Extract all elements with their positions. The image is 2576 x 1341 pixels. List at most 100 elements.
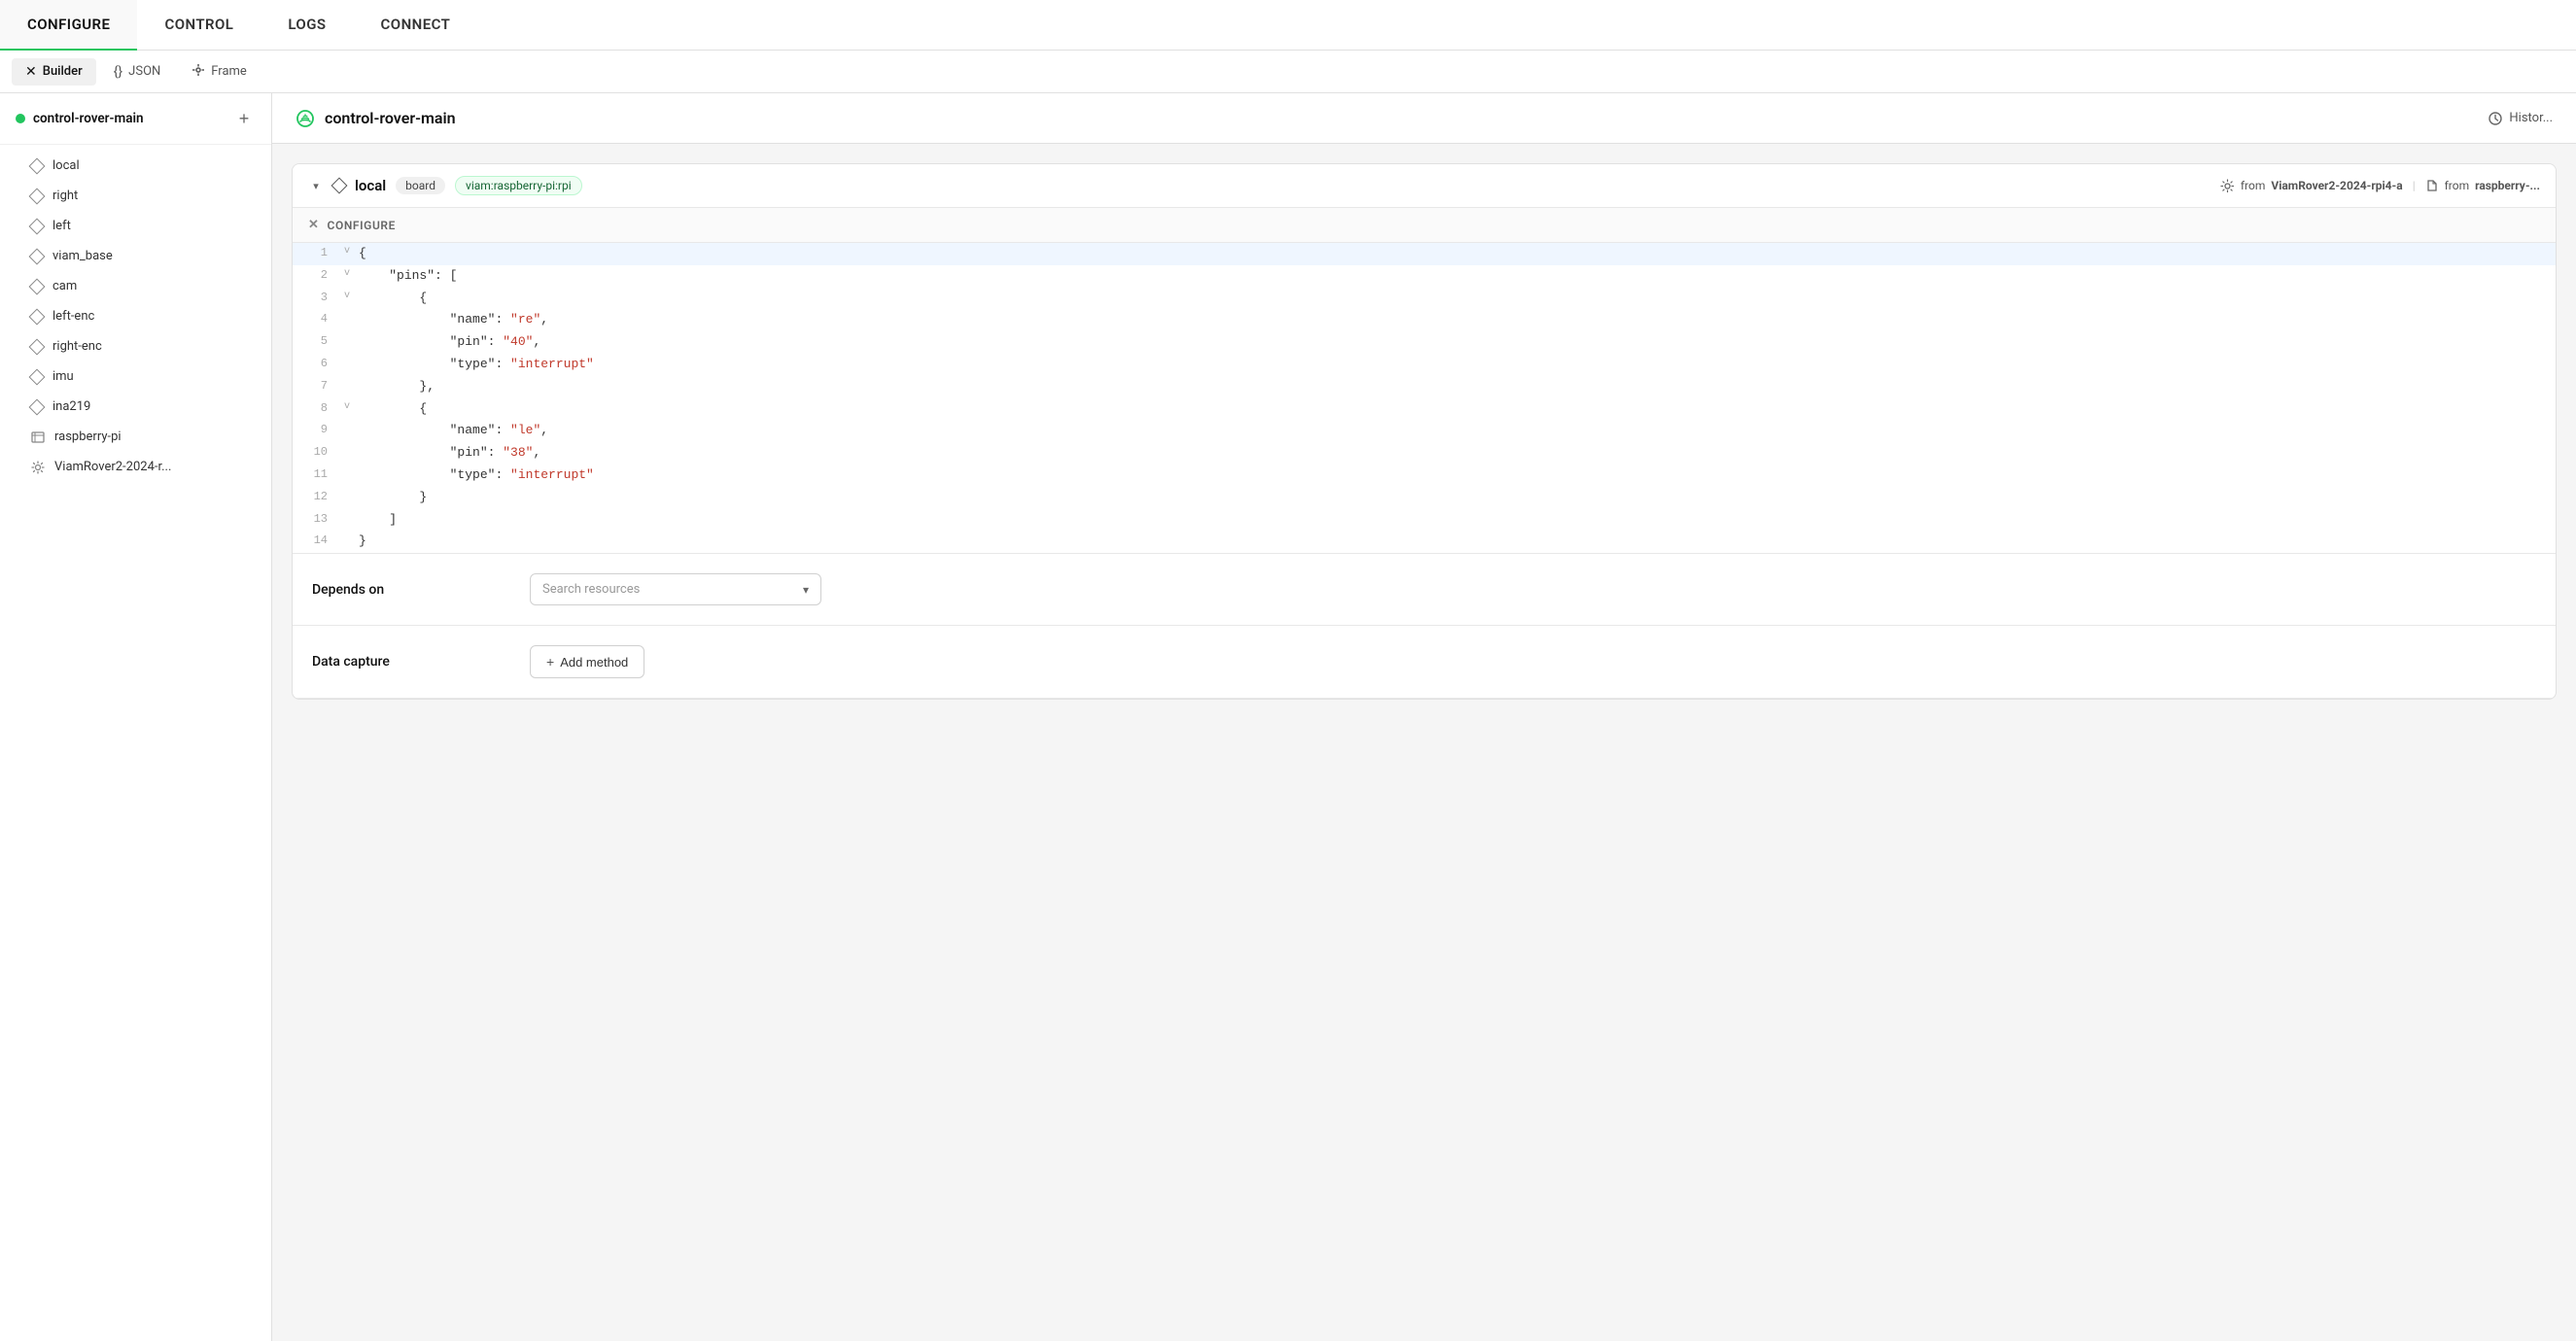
code-line-12: 12 }: [293, 487, 2556, 509]
line-content-5: "pin": "40",: [355, 331, 540, 354]
diamond-icon: [29, 248, 46, 264]
top-nav: CONFIGURE CONTROL LOGS CONNECT: [0, 0, 2576, 51]
sidebar-item-label-cam: cam: [52, 279, 77, 293]
line-toggle-9: [339, 420, 355, 422]
line-toggle-13: [339, 509, 355, 511]
code-line-9: 9 "name": "le",: [293, 420, 2556, 442]
from-source-1: ViamRover2-2024-rpi4-a: [2271, 179, 2402, 192]
connection-status-dot: [16, 114, 25, 123]
sidebar-item-label-left-enc: left-enc: [52, 309, 94, 324]
code-line-1: 1 v {: [293, 243, 2556, 265]
code-line-4: 4 "name": "re",: [293, 309, 2556, 331]
card-collapse-button[interactable]: ▾: [308, 178, 324, 193]
add-method-button[interactable]: + Add method: [530, 645, 644, 678]
search-resources-dropdown[interactable]: Search resources ▾: [530, 573, 821, 605]
sub-nav-builder[interactable]: ✕ Builder: [12, 58, 96, 86]
line-num-12: 12: [293, 487, 339, 507]
line-content-13: ]: [355, 509, 397, 532]
line-toggle-4: [339, 309, 355, 311]
line-toggle-14: [339, 531, 355, 533]
sidebar-item-viam-base[interactable]: viam_base: [0, 241, 271, 271]
sidebar-item-label-imu: imu: [52, 369, 74, 384]
line-content-4: "name": "re",: [355, 309, 548, 331]
line-toggle-10: [339, 442, 355, 444]
line-num-2: 2: [293, 265, 339, 286]
sub-nav-json[interactable]: {} JSON: [100, 58, 175, 86]
line-content-1: {: [355, 243, 366, 265]
history-button[interactable]: Histor...: [2488, 111, 2553, 126]
sub-nav-frame[interactable]: Frame: [178, 57, 261, 86]
line-toggle-1[interactable]: v: [339, 243, 355, 260]
configure-label: CONFIGURE: [328, 219, 397, 232]
nav-control[interactable]: CONTROL: [137, 0, 261, 51]
code-editor[interactable]: 1 v { 2 v "pins": [ 3 v {: [293, 243, 2556, 553]
configure-section-header: ✕ CONFIGURE: [293, 208, 2556, 243]
line-content-2: "pins": [: [355, 265, 457, 288]
sub-nav-builder-label: Builder: [43, 64, 83, 79]
nav-logs[interactable]: LOGS: [261, 0, 353, 51]
gear-icon: [31, 461, 45, 474]
history-label: Histor...: [2509, 111, 2553, 125]
from-separator: |: [2413, 179, 2416, 192]
line-content-11: "type": "interrupt": [355, 464, 594, 487]
sidebar-robot-name: control-rover-main: [33, 111, 144, 126]
line-content-7: },: [355, 376, 435, 398]
sidebar-item-label-local: local: [52, 158, 80, 173]
from-label-1: from: [2241, 179, 2266, 192]
code-line-5: 5 "pin": "40",: [293, 331, 2556, 354]
sidebar-item-label-left: left: [52, 219, 71, 233]
sidebar-item-left[interactable]: left: [0, 211, 271, 241]
line-num-4: 4: [293, 309, 339, 329]
depends-on-section: Depends on Search resources ▾: [293, 554, 2556, 626]
component-name: local: [355, 177, 386, 194]
diamond-icon: [29, 278, 46, 294]
sidebar-item-local[interactable]: local: [0, 151, 271, 181]
line-num-14: 14: [293, 531, 339, 551]
robot-icon: [296, 109, 315, 128]
content-title: control-rover-main: [325, 109, 456, 127]
depends-on-label: Depends on: [312, 582, 506, 598]
data-capture-label: Data capture: [312, 654, 506, 670]
content-header: control-rover-main Histor...: [272, 93, 2576, 144]
diamond-icon: [29, 398, 46, 415]
add-component-button[interactable]: +: [232, 107, 256, 130]
code-line-10: 10 "pin": "38",: [293, 442, 2556, 464]
code-line-6: 6 "type": "interrupt": [293, 354, 2556, 376]
sidebar-item-ina219[interactable]: ina219: [0, 392, 271, 422]
sidebar-item-left-enc[interactable]: left-enc: [0, 301, 271, 331]
from-source-2: raspberry-...: [2475, 179, 2540, 192]
nav-connect[interactable]: CONNECT: [354, 0, 478, 51]
component-tag-type: viam:raspberry-pi:rpi: [455, 176, 582, 195]
sidebar-item-imu[interactable]: imu: [0, 361, 271, 392]
line-content-12: }: [355, 487, 427, 509]
line-num-11: 11: [293, 464, 339, 485]
line-content-9: "name": "le",: [355, 420, 548, 442]
sidebar-item-label-viamrover: ViamRover2-2024-r...: [54, 460, 171, 474]
line-toggle-12: [339, 487, 355, 489]
sidebar-title-row: control-rover-main: [16, 111, 144, 126]
sidebar-item-raspberry-pi[interactable]: raspberry-pi: [0, 422, 271, 452]
sub-nav-frame-label: Frame: [211, 64, 247, 79]
diamond-icon: [29, 338, 46, 355]
line-toggle-3[interactable]: v: [339, 288, 355, 305]
from-gear-icon: [2220, 179, 2235, 193]
sub-nav-json-label: JSON: [128, 64, 160, 79]
line-num-10: 10: [293, 442, 339, 463]
diamond-icon: [29, 218, 46, 234]
line-toggle-5: [339, 331, 355, 333]
diamond-icon: [29, 368, 46, 385]
sidebar-item-right[interactable]: right: [0, 181, 271, 211]
history-icon: [2488, 111, 2503, 126]
configure-close-button[interactable]: ✕: [308, 218, 320, 232]
line-toggle-8[interactable]: v: [339, 398, 355, 416]
sidebar-item-right-enc[interactable]: right-enc: [0, 331, 271, 361]
line-toggle-2[interactable]: v: [339, 265, 355, 283]
line-content-6: "type": "interrupt": [355, 354, 594, 376]
sidebar-item-viamrover[interactable]: ViamRover2-2024-r...: [0, 452, 271, 482]
line-content-3: {: [355, 288, 427, 310]
nav-configure[interactable]: CONFIGURE: [0, 0, 137, 51]
json-icon: {}: [114, 64, 122, 80]
sidebar-item-cam[interactable]: cam: [0, 271, 271, 301]
component-card-local: ▾ local board viam:raspberry-pi:rpi from…: [292, 163, 2557, 700]
sidebar-item-label-right: right: [52, 189, 78, 203]
